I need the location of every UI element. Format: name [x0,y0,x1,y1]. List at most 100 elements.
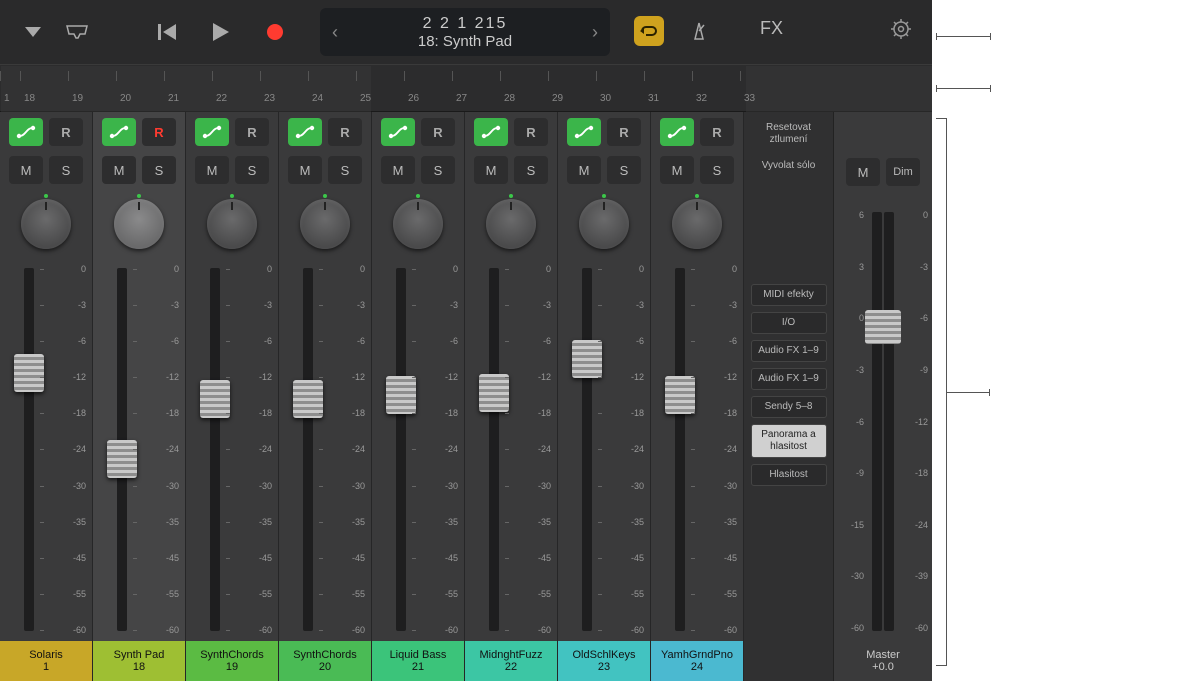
pan-knob[interactable] [574,194,634,254]
mute-button[interactable]: M [381,156,415,184]
record-icon[interactable] [260,17,290,47]
solo-button[interactable]: S [235,156,269,184]
record-enable-button[interactable]: R [607,118,641,146]
route-button[interactable] [660,118,694,146]
fader-cap[interactable] [572,340,602,378]
channel-label[interactable]: Solaris1 [0,641,92,681]
volume-fader[interactable]: 0-3-6-12-18-24-30-35-45-55-60 [279,258,371,641]
record-enable-button[interactable]: R [421,118,455,146]
volume-fader[interactable]: 0-3-6-12-18-24-30-35-45-55-60 [0,258,92,641]
loop-button[interactable] [634,16,664,46]
route-button[interactable] [102,118,136,146]
mute-button[interactable]: M [474,156,508,184]
volume-fader[interactable]: 0-3-6-12-18-24-30-35-45-55-60 [558,258,650,641]
mute-button[interactable]: M [102,156,136,184]
ruler-tick: 28 [500,65,548,111]
pan-volume-button[interactable]: Panorama a hlasitost [751,424,827,458]
channel-label[interactable]: MidnghtFuzz22 [465,641,557,681]
mute-button[interactable]: M [9,156,43,184]
master-mute-button[interactable]: M [846,158,880,186]
metronome-icon[interactable] [684,16,714,46]
solo-button[interactable]: S [700,156,734,184]
fader-cap[interactable] [386,376,416,414]
inbox-icon[interactable] [62,17,92,47]
route-button[interactable] [381,118,415,146]
channel-label[interactable]: Synth Pad18 [93,641,185,681]
channel-strip: RMS 0-3-6-12-18-24-30-35-45-55-60Solaris1 [0,112,93,681]
lcd-next-icon[interactable]: › [580,22,610,43]
ruler-tick: 33 [740,65,880,111]
mixer: RMS0-3-6-12-18-24-30-35-45-55-60Solaris1… [0,112,932,681]
fader-cap[interactable] [293,380,323,418]
audio-fx-1-button[interactable]: Audio FX 1–9 [751,340,827,362]
lcd-prev-icon[interactable]: ‹ [320,22,350,43]
route-button[interactable] [288,118,322,146]
volume-fader[interactable]: 0-3-6-12-18-24-30-35-45-55-60 [372,258,464,641]
pan-knob[interactable] [481,194,541,254]
ruler-tick: 23 [260,65,308,111]
master-fader-cap[interactable] [865,310,901,344]
channel-label[interactable]: SynthChords20 [279,641,371,681]
pan-knob[interactable] [388,194,448,254]
channel-label[interactable]: SynthChords19 [186,641,278,681]
solo-button[interactable]: S [514,156,548,184]
pan-knob[interactable] [667,194,727,254]
master-channel: M Dim 630-3-6-9-15-30-60 0-3-6-9-12-18-2… [834,112,932,681]
channel-label[interactable]: OldSchlKeys23 [558,641,650,681]
midi-fx-button[interactable]: MIDI efekty [751,284,827,306]
route-button[interactable] [195,118,229,146]
fader-cap[interactable] [107,440,137,478]
mute-button[interactable]: M [660,156,694,184]
solo-button[interactable]: S [49,156,83,184]
solo-button[interactable]: S [328,156,362,184]
reset-mute-button[interactable]: Resetovat ztlumení [751,118,827,150]
ruler-tick: 29 [548,65,596,111]
solo-button[interactable]: S [421,156,455,184]
solo-button[interactable]: S [607,156,641,184]
record-enable-button[interactable]: R [328,118,362,146]
sends-button[interactable]: Sendy 5–8 [751,396,827,418]
ruler-tick: 19 [68,65,116,111]
ruler-tick: 22 [212,65,260,111]
volume-fader[interactable]: 0-3-6-12-18-24-30-35-45-55-60 [651,258,743,641]
master-dim-button[interactable]: Dim [886,158,920,186]
pan-knob[interactable] [16,194,76,254]
pan-knob[interactable] [109,194,169,254]
fader-cap[interactable] [479,374,509,412]
pan-knob[interactable] [202,194,262,254]
gear-icon[interactable] [890,18,912,43]
route-button[interactable] [567,118,601,146]
call-solo-button[interactable]: Vyvolat sólo [751,156,827,176]
route-button[interactable] [474,118,508,146]
mute-button[interactable]: M [288,156,322,184]
route-button[interactable] [9,118,43,146]
fader-cap[interactable] [665,376,695,414]
volume-fader[interactable]: 0-3-6-12-18-24-30-35-45-55-60 [93,258,185,641]
ruler-tick: 32 [692,65,740,111]
record-enable-button[interactable]: R [514,118,548,146]
prev-icon[interactable] [152,17,182,47]
channel-label[interactable]: Liquid Bass21 [372,641,464,681]
volume-fader[interactable]: 0-3-6-12-18-24-30-35-45-55-60 [465,258,557,641]
fader-cap[interactable] [200,380,230,418]
record-enable-button[interactable]: R [700,118,734,146]
play-icon[interactable] [206,17,236,47]
record-enable-button[interactable]: R [235,118,269,146]
volume-fader[interactable]: 0-3-6-12-18-24-30-35-45-55-60 [186,258,278,641]
master-fader[interactable]: 630-3-6-9-15-30-60 0-3-6-9-12-18-24-39-6… [834,202,932,641]
mute-button[interactable]: M [195,156,229,184]
record-enable-button[interactable]: R [142,118,176,146]
channel-strip: RMS 0-3-6-12-18-24-30-35-45-55-60YamhGrnd… [651,112,744,681]
fx-button[interactable]: FX [760,18,783,39]
channel-label[interactable]: YamhGrndPno24 [651,641,743,681]
solo-button[interactable]: S [142,156,176,184]
mute-button[interactable]: M [567,156,601,184]
fader-cap[interactable] [14,354,44,392]
audio-fx-2-button[interactable]: Audio FX 1–9 [751,368,827,390]
io-button[interactable]: I/O [751,312,827,334]
pan-knob[interactable] [295,194,355,254]
ruler[interactable]: 118192021222324252627282930313233 [0,64,932,112]
volume-button[interactable]: Hlasitost [751,464,827,486]
menu-triangle-icon[interactable] [18,17,48,47]
record-enable-button[interactable]: R [49,118,83,146]
